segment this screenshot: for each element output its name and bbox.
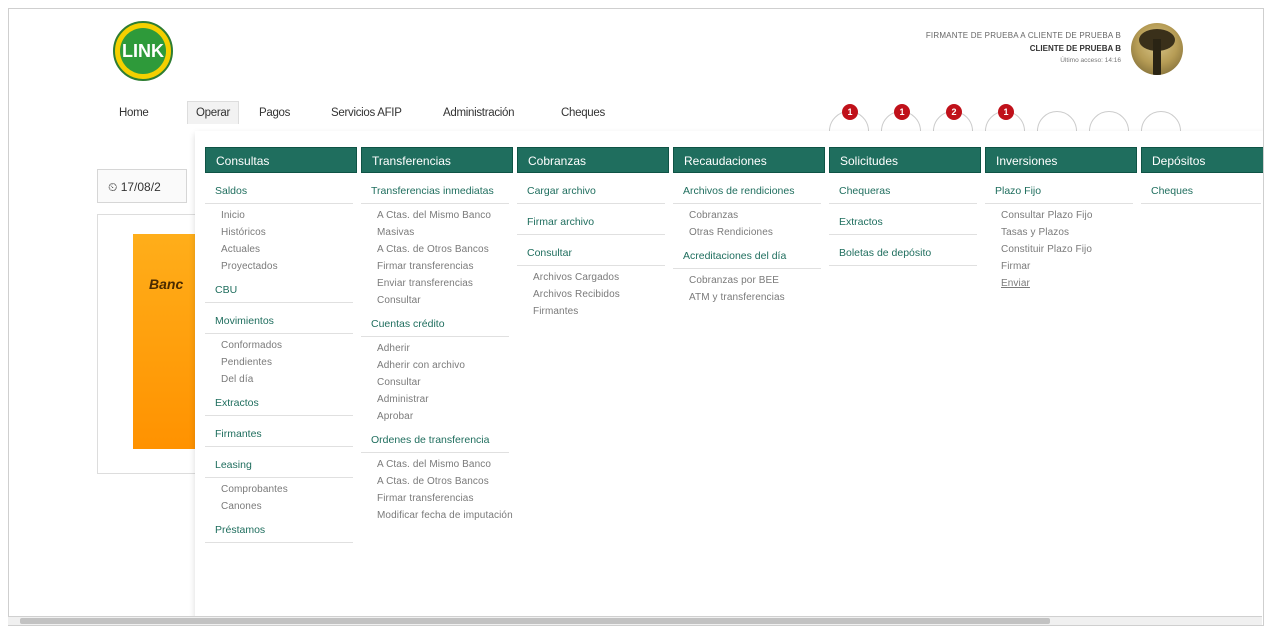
menu-prestamos[interactable]: Préstamos	[205, 524, 353, 543]
nav-servicios-afip[interactable]: Servicios AFIP	[331, 107, 402, 119]
link-logo[interactable]: LINK	[113, 21, 173, 81]
nav-home[interactable]: Home	[119, 107, 149, 119]
menu-inv-firmar[interactable]: Firmar	[1001, 261, 1137, 272]
chat-badge: 2	[946, 104, 962, 120]
menu-dep-cheques[interactable]: Cheques	[1141, 185, 1261, 204]
menu-rec-acreditaciones[interactable]: Acreditaciones del día	[673, 250, 821, 269]
nav-operar[interactable]: Operar	[187, 101, 239, 124]
menu-ordenes[interactable]: Ordenes de transferencia	[361, 434, 509, 453]
menu-sol-extractos[interactable]: Extractos	[829, 216, 977, 235]
last-access: Último acceso: 14:16	[1060, 57, 1121, 64]
menu-mov-deldia[interactable]: Del día	[221, 374, 357, 385]
menu-transf-inmediatas[interactable]: Transferencias inmediatas	[361, 185, 509, 204]
menu-rec-atm[interactable]: ATM y transferencias	[689, 292, 825, 303]
menu-head-inversiones[interactable]: Inversiones	[985, 147, 1137, 173]
menu-col-transferencias: Transferencias Transferencias inmediatas…	[361, 147, 513, 521]
menu-sol-boletas[interactable]: Boletas de depósito	[829, 247, 977, 266]
menu-inv-tasas[interactable]: Tasas y Plazos	[1001, 227, 1137, 238]
nav-pagos[interactable]: Pagos	[259, 107, 290, 119]
user-signer-name: FIRMANTE DE PRUEBA A CLIENTE DE PRUEBA B	[925, 31, 1121, 40]
menu-cc-aprobar[interactable]: Aprobar	[377, 411, 513, 422]
menu-transf-mismo-banco[interactable]: A Ctas. del Mismo Banco	[377, 210, 513, 221]
menu-head-cobranzas[interactable]: Cobranzas	[517, 147, 669, 173]
menu-transf-enviar[interactable]: Enviar transferencias	[377, 278, 513, 289]
menu-cc-adherir[interactable]: Adherir	[377, 343, 513, 354]
browser-frame: LINK FIRMANTE DE PRUEBA A CLIENTE DE PRU…	[8, 8, 1264, 626]
menu-saldos-historicos[interactable]: Históricos	[221, 227, 357, 238]
menu-cob-firmar[interactable]: Firmar archivo	[517, 216, 665, 235]
menu-inv-plazo[interactable]: Plazo Fijo	[985, 185, 1133, 204]
menu-head-depositos[interactable]: Depósitos	[1141, 147, 1263, 173]
menu-leasing-comprobantes[interactable]: Comprobantes	[221, 484, 357, 495]
date-value: 17/08/2	[120, 180, 161, 194]
menu-cc-adherir-archivo[interactable]: Adherir con archivo	[377, 360, 513, 371]
menu-saldos-actuales[interactable]: Actuales	[221, 244, 357, 255]
menu-leasing[interactable]: Leasing	[205, 459, 353, 478]
menu-cob-cargar[interactable]: Cargar archivo	[517, 185, 665, 204]
menu-col-cobranzas: Cobranzas Cargar archivo Firmar archivo …	[517, 147, 669, 317]
menu-inv-constituir[interactable]: Constituir Plazo Fijo	[1001, 244, 1137, 255]
menu-head-recaudaciones[interactable]: Recaudaciones	[673, 147, 825, 173]
menu-rec-archivos[interactable]: Archivos de rendiciones	[673, 185, 821, 204]
menu-cc-administrar[interactable]: Administrar	[377, 394, 513, 405]
clock-icon: ⏲	[108, 180, 121, 194]
avatar-tree-trunk	[1153, 39, 1161, 75]
menu-ord-mismo-banco[interactable]: A Ctas. del Mismo Banco	[377, 459, 513, 470]
menu-col-consultas: Consultas Saldos Inicio Históricos Actua…	[205, 147, 357, 543]
menu-inv-consultar[interactable]: Consultar Plazo Fijo	[1001, 210, 1137, 221]
menu-movimientos[interactable]: Movimientos	[205, 315, 353, 334]
calendar-badge: 1	[842, 104, 858, 120]
menu-col-recaudaciones: Recaudaciones Archivos de rendiciones Co…	[673, 147, 825, 303]
menu-transf-firmar[interactable]: Firmar transferencias	[377, 261, 513, 272]
menu-rec-otras[interactable]: Otras Rendiciones	[689, 227, 825, 238]
nav-administracion[interactable]: Administración	[443, 107, 515, 119]
menu-head-transferencias[interactable]: Transferencias	[361, 147, 513, 173]
horizontal-scrollbar[interactable]	[8, 616, 1262, 625]
menu-col-solicitudes: Solicitudes Chequeras Extractos Boletas …	[829, 147, 981, 266]
menu-cc-consultar[interactable]: Consultar	[377, 377, 513, 388]
user-info: FIRMANTE DE PRUEBA A CLIENTE DE PRUEBA B…	[926, 31, 1121, 64]
scrollbar-thumb[interactable]	[20, 618, 1050, 624]
menu-col-inversiones: Inversiones Plazo Fijo Consultar Plazo F…	[985, 147, 1137, 289]
menu-cob-cargados[interactable]: Archivos Cargados	[533, 272, 669, 283]
menu-saldos-proyectados[interactable]: Proyectados	[221, 261, 357, 272]
nav-cheques[interactable]: Cheques	[561, 107, 605, 119]
menu-mov-conformados[interactable]: Conformados	[221, 340, 357, 351]
menu-extractos[interactable]: Extractos	[205, 397, 353, 416]
menu-saldos[interactable]: Saldos	[205, 185, 353, 204]
menu-cob-recibidos[interactable]: Archivos Recibidos	[533, 289, 669, 300]
menu-rec-cobranzas[interactable]: Cobranzas	[689, 210, 825, 221]
user-client-name: CLIENTE DE PRUEBA B	[1029, 44, 1121, 53]
menu-head-consultas[interactable]: Consultas	[205, 147, 357, 173]
promo-banner[interactable]: Banc	[133, 234, 195, 449]
menu-cob-consultar[interactable]: Consultar	[517, 247, 665, 266]
menu-rec-bee[interactable]: Cobranzas por BEE	[689, 275, 825, 286]
menu-mov-pendientes[interactable]: Pendientes	[221, 357, 357, 368]
menu-transf-consultar[interactable]: Consultar	[377, 295, 513, 306]
menu-cuentas-credito[interactable]: Cuentas crédito	[361, 318, 509, 337]
banner-text: Banc	[149, 276, 184, 292]
logo-text: LINK	[120, 28, 166, 74]
operar-mega-menu: Consultas Saldos Inicio Históricos Actua…	[195, 131, 1263, 625]
menu-ord-otros-bancos[interactable]: A Ctas. de Otros Bancos	[377, 476, 513, 487]
menu-leasing-canones[interactable]: Canones	[221, 501, 357, 512]
menu-saldos-inicio[interactable]: Inicio	[221, 210, 357, 221]
menu-head-solicitudes[interactable]: Solicitudes	[829, 147, 981, 173]
date-box[interactable]: ⏲ 17/08/2	[97, 169, 187, 203]
avatar[interactable]	[1131, 23, 1183, 75]
menu-firmantes[interactable]: Firmantes	[205, 428, 353, 447]
menu-ord-modificar-fecha[interactable]: Modificar fecha de imputación	[377, 510, 513, 521]
menu-ord-firmar[interactable]: Firmar transferencias	[377, 493, 513, 504]
header: LINK FIRMANTE DE PRUEBA A CLIENTE DE PRU…	[9, 9, 1263, 100]
menu-inv-enviar[interactable]: Enviar	[1001, 278, 1137, 289]
menu-transf-otros-bancos[interactable]: A Ctas. de Otros Bancos	[377, 244, 513, 255]
menu-transf-masivas[interactable]: Masivas	[377, 227, 513, 238]
alert-badge: 1	[998, 104, 1014, 120]
mail-badge: 1	[894, 104, 910, 120]
menu-cbu[interactable]: CBU	[205, 284, 353, 303]
menu-sol-chequeras[interactable]: Chequeras	[829, 185, 977, 204]
menu-cob-firmantes[interactable]: Firmantes	[533, 306, 669, 317]
menu-col-depositos: Depósitos Cheques	[1141, 147, 1263, 204]
